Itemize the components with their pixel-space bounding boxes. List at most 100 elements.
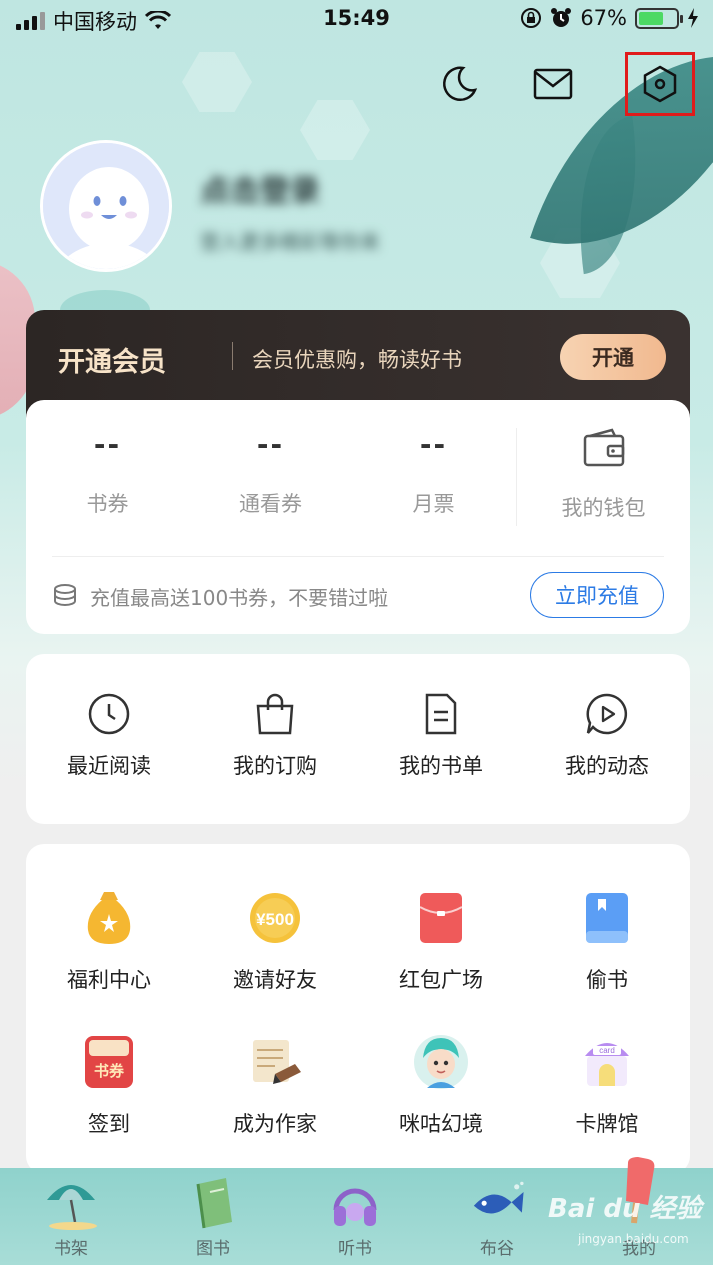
feature-invite-friends[interactable]: ¥500 邀请好友 — [192, 888, 358, 994]
my-wallet-button[interactable]: 我的钱包 — [516, 428, 690, 526]
wallet-card: -- 书券 -- 通看券 -- 月票 我的钱包 充值最高送100书券，不要错过啦… — [26, 400, 690, 634]
checkin-calendar-icon: 书券 — [79, 1032, 139, 1092]
stat-value: -- — [93, 428, 122, 461]
recharge-text: 充值最高送100书券，不要错过啦 — [90, 585, 389, 610]
tab-label: 布谷 — [480, 1239, 514, 1259]
tab-label: 听书 — [338, 1239, 372, 1259]
feature-row: 书券 签到 成为作家 咪咕幻境 card 卡牌馆 — [26, 1032, 690, 1138]
recharge-promo: 充值最高送100书券，不要错过啦 立即充值 — [52, 572, 664, 620]
blue-book-icon — [577, 888, 637, 948]
rotation-lock-icon — [521, 8, 542, 28]
stat-value: -- — [256, 428, 285, 461]
fish-icon — [467, 1176, 527, 1232]
baidu-watermark-url: jingyan.baidu.com — [578, 1232, 689, 1246]
tab-label: 书架 — [54, 1239, 88, 1259]
settings-button[interactable] — [625, 52, 695, 116]
wallet-icon — [583, 428, 624, 467]
coins-stack-icon — [54, 584, 76, 606]
settings-hexagon-icon — [643, 65, 677, 103]
coin-badge-text: ¥500 — [256, 910, 294, 929]
red-envelope-icon — [411, 888, 471, 948]
beach-umbrella-icon — [41, 1176, 101, 1232]
status-right: 67% — [520, 6, 699, 30]
feature-label: 偷书 — [586, 968, 628, 992]
feature-label: 红包广场 — [399, 968, 483, 992]
tab-books[interactable]: 图书 — [142, 1168, 284, 1265]
stat-label: 月票 — [412, 492, 455, 516]
open-vip-button[interactable]: 开通 — [560, 334, 666, 380]
menu-my-booklist[interactable]: 我的书单 — [358, 654, 524, 824]
default-avatar-icon — [43, 143, 169, 269]
quick-menu: 最近阅读 我的订购 我的书单 我的动态 — [26, 654, 690, 824]
card-badge-text: card — [599, 1046, 615, 1055]
headphones-icon — [325, 1176, 385, 1232]
alarm-icon — [551, 8, 572, 27]
baidu-watermark: Bai du 经验 — [548, 1194, 702, 1224]
feature-label: 福利中心 — [67, 968, 151, 992]
tab-label: 图书 — [196, 1239, 230, 1259]
tab-bookshelf[interactable]: 书架 — [0, 1168, 142, 1265]
menu-label: 我的书单 — [399, 754, 483, 778]
menu-label: 最近阅读 — [67, 754, 151, 778]
wallet-label: 我的钱包 — [561, 496, 646, 520]
menu-recent-reading[interactable]: 最近阅读 — [26, 654, 192, 824]
feature-checkin[interactable]: 书券 签到 — [26, 1032, 192, 1138]
message-button[interactable] — [531, 62, 575, 106]
menu-my-activity[interactable]: 我的动态 — [524, 654, 690, 824]
menu-my-orders[interactable]: 我的订购 — [192, 654, 358, 824]
feature-migu-wonderland[interactable]: 咪咕幻境 — [358, 1032, 524, 1138]
profile-info[interactable]: 点击登录 登入更多精彩等你来 — [200, 166, 380, 255]
login-subtitle: 登入更多精彩等你来 — [200, 230, 380, 254]
feature-card-hall[interactable]: card 卡牌馆 — [524, 1032, 690, 1138]
divider — [232, 342, 233, 370]
battery-percent: 67% — [580, 6, 627, 30]
menu-label: 我的动态 — [565, 754, 649, 778]
feature-become-writer[interactable]: 成为作家 — [192, 1032, 358, 1138]
feature-grid: 福利中心 ¥500 邀请好友 红包广场 偷书 书券 签到 成为作家 咪咕幻境 c… — [26, 844, 690, 1174]
clock-icon — [88, 693, 130, 735]
stat-pass-coupon[interactable]: -- 通看券 — [189, 428, 352, 518]
bag-icon — [256, 693, 294, 735]
feature-label: 签到 — [88, 1112, 130, 1136]
feature-label: 卡牌馆 — [575, 1112, 639, 1136]
play-bubble-icon — [586, 693, 628, 735]
feature-label: 邀请好友 — [233, 968, 317, 992]
vip-description: 会员优惠购，畅读好书 — [252, 348, 462, 372]
feature-red-envelope-square[interactable]: 红包广场 — [358, 888, 524, 994]
stat-book-coupon[interactable]: -- 书券 — [26, 428, 189, 518]
moon-icon — [443, 66, 478, 101]
feature-row: 福利中心 ¥500 邀请好友 红包广场 偷书 — [26, 888, 690, 994]
vip-title: 开通会员 — [58, 347, 166, 378]
stat-label: 通看券 — [239, 492, 302, 516]
tab-audiobooks[interactable]: 听书 — [284, 1168, 426, 1265]
stat-monthly-ticket[interactable]: -- 月票 — [352, 428, 515, 518]
charging-icon — [688, 8, 698, 28]
feature-label: 咪咕幻境 — [399, 1112, 483, 1136]
avatar-character-icon — [411, 1032, 471, 1092]
feature-steal-book[interactable]: 偷书 — [524, 888, 690, 994]
tab-bugu[interactable]: 布谷 — [426, 1168, 568, 1265]
hexagon-decoration — [182, 52, 252, 112]
mail-icon — [533, 68, 573, 100]
checkin-badge-text: 书券 — [94, 1062, 125, 1080]
document-icon — [425, 693, 457, 735]
feature-label: 成为作家 — [233, 1112, 317, 1136]
coin-500-icon: ¥500 — [245, 888, 305, 948]
avatar[interactable] — [40, 140, 172, 272]
recharge-button[interactable]: 立即充值 — [530, 572, 664, 618]
login-prompt[interactable]: 点击登录 — [200, 166, 380, 210]
divider — [52, 556, 664, 557]
scroll-pen-icon — [245, 1032, 305, 1092]
green-book-icon — [183, 1176, 243, 1232]
header-actions — [437, 52, 695, 116]
money-bag-icon — [79, 888, 139, 948]
card-house-icon: card — [577, 1032, 637, 1092]
feature-welfare-center[interactable]: 福利中心 — [26, 888, 192, 994]
profile-screen: 中国移动 15:49 67% 点击登录 登入更多精彩等你来 开通会员 会员优惠购… — [0, 0, 713, 1265]
status-bar: 中国移动 15:49 67% — [0, 0, 713, 40]
stat-label: 书券 — [86, 492, 129, 516]
menu-label: 我的订购 — [233, 754, 317, 778]
night-mode-button[interactable] — [437, 62, 481, 106]
hexagon-decoration — [300, 100, 370, 160]
stat-value: -- — [419, 428, 448, 461]
